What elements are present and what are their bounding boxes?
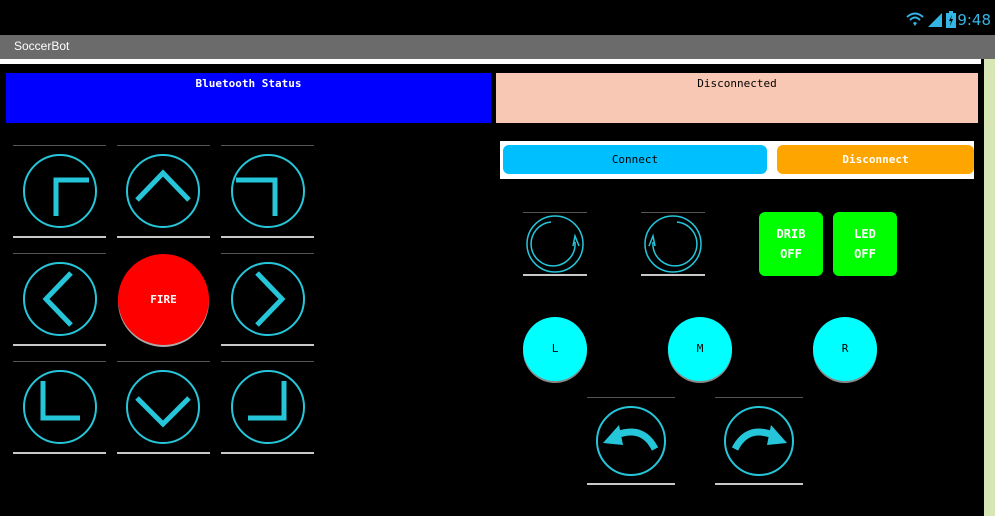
rotate-counterclockwise-button[interactable] [641,212,705,276]
dribbler-toggle-state: OFF [780,247,802,261]
status-bar: 9:48 [0,0,995,35]
rotate-clockwise-icon [526,215,584,273]
app-title: SoccerBot [14,39,70,53]
app-frame-divider [0,59,983,64]
connect-button[interactable]: Connect [503,145,767,174]
curve-left-button[interactable] [587,397,675,485]
chevron-left-icon [23,262,97,336]
dribbler-toggle-button[interactable]: DRIB OFF [759,212,823,276]
curve-right-button[interactable] [715,397,803,485]
forward-left-button[interactable] [13,145,106,238]
chevron-up-icon [126,154,200,228]
clock: 9:48 [957,11,991,29]
middle-motor-button[interactable]: M [668,317,732,381]
left-motor-button[interactable]: L [523,317,587,381]
scroll-edge-border [981,59,984,516]
bluetooth-status-label: Bluetooth Status [6,73,491,123]
corner-up-left-icon [23,154,97,228]
right-button[interactable] [221,253,314,346]
rotate-counterclockwise-icon [644,215,702,273]
right-motor-button[interactable]: R [813,317,877,381]
left-button[interactable] [13,253,106,346]
curve-left-arrow-icon [596,406,666,476]
forward-right-button[interactable] [221,145,314,238]
bluetooth-status-value: Disconnected [496,73,978,123]
chevron-down-icon [126,370,200,444]
backward-button[interactable] [117,361,210,454]
disconnect-button[interactable]: Disconnect [777,145,974,174]
led-toggle-button[interactable]: LED OFF [833,212,897,276]
led-toggle-label: LED [854,227,876,241]
wifi-signal-icon [906,12,942,27]
battery-icon [946,11,956,28]
fire-button[interactable]: FIRE [118,254,209,345]
chevron-right-icon [231,262,305,336]
led-toggle-state: OFF [854,247,876,261]
corner-up-right-icon [231,154,305,228]
forward-button[interactable] [117,145,210,238]
backward-right-button[interactable] [221,361,314,454]
corner-down-right-icon [231,370,305,444]
corner-down-left-icon [23,370,97,444]
rotate-clockwise-button[interactable] [523,212,587,276]
dribbler-toggle-label: DRIB [776,227,806,241]
app-title-bar: SoccerBot [0,35,995,59]
curve-right-arrow-icon [724,406,794,476]
backward-left-button[interactable] [13,361,106,454]
